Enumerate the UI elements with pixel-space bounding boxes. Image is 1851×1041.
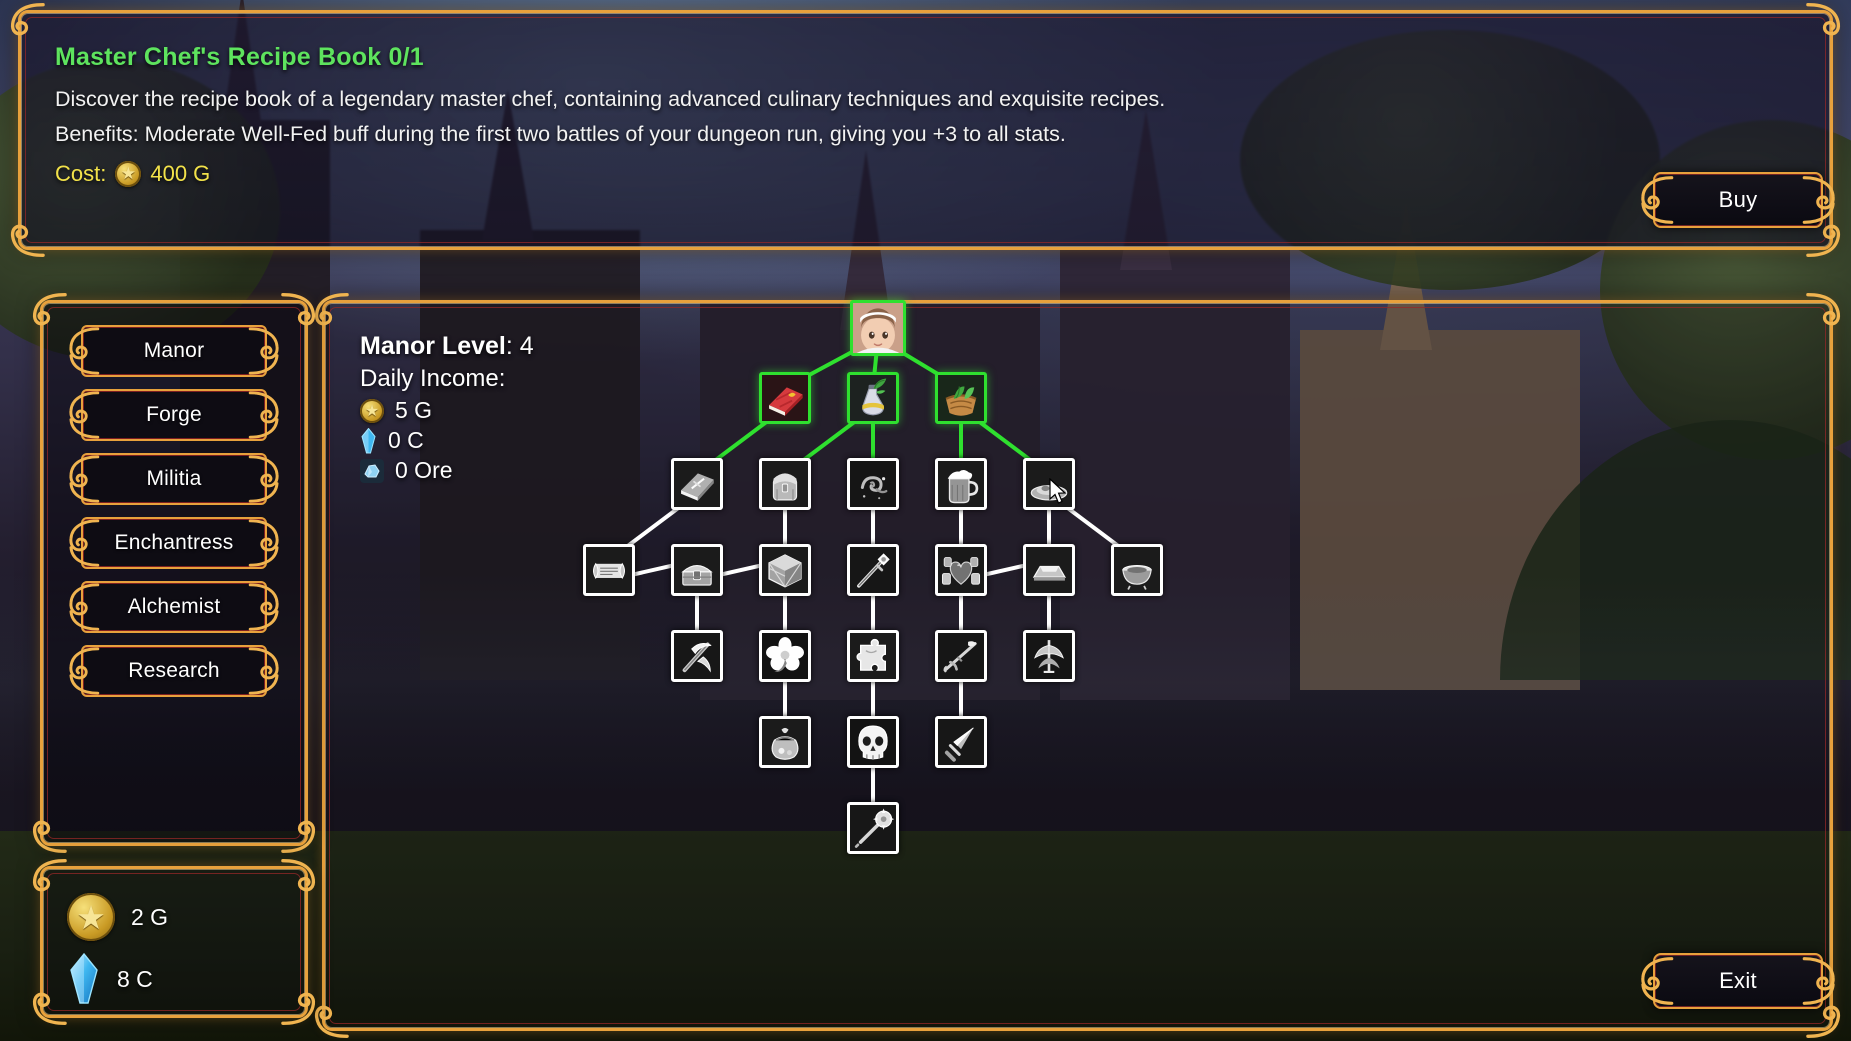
- skill-node-mace[interactable]: [847, 802, 899, 854]
- buy-button-label: Buy: [1718, 187, 1758, 212]
- scroll-flourish-icon: [63, 582, 103, 632]
- served-dish-icon: [1026, 461, 1072, 507]
- rifle-icon: [938, 633, 984, 679]
- skill-node-staff[interactable]: [847, 544, 899, 596]
- gold-coin-icon: [67, 893, 115, 941]
- crystal-currency-row: 8 C: [67, 953, 153, 1005]
- scroll-flourish-icon: [63, 326, 103, 376]
- herb-flask-icon: [850, 375, 896, 421]
- cost-value: 400 G: [150, 161, 211, 186]
- skill-node-scroll[interactable]: [583, 544, 635, 596]
- sidebar-item-label: Militia: [146, 467, 202, 490]
- skill-node-dish[interactable]: [1023, 458, 1075, 510]
- exit-button-label: Exit: [1719, 968, 1757, 993]
- skull-icon: [850, 719, 896, 765]
- skill-node-recipebook[interactable]: [759, 372, 811, 424]
- buy-button[interactable]: Buy: [1641, 172, 1835, 228]
- crystal-amount: 8 C: [117, 965, 153, 992]
- skill-node-herbbasket[interactable]: [935, 372, 987, 424]
- skill-node-crate[interactable]: [759, 544, 811, 596]
- manor-skill-tree: [322, 300, 1833, 1031]
- skill-node-cauldron[interactable]: [1111, 544, 1163, 596]
- smoke-swirl-icon: [850, 461, 896, 507]
- scroll-flourish-icon: [245, 326, 285, 376]
- sidebar-item-enchantress[interactable]: Enchantress: [69, 517, 279, 569]
- treasure-chest-icon: [674, 547, 720, 593]
- scroll-flourish-icon: [63, 390, 103, 440]
- item-detail-panel: Master Chef's Recipe Book 0/1 Discover t…: [10, 3, 1841, 257]
- pickaxe-icon: [674, 633, 720, 679]
- skill-node-maid[interactable]: [850, 300, 906, 356]
- crate-icon: [762, 547, 808, 593]
- gem-pouch-icon: [762, 719, 808, 765]
- sidebar-item-manor[interactable]: Manor: [69, 325, 279, 377]
- mace-icon: [850, 805, 896, 851]
- skill-node-potions[interactable]: [935, 544, 987, 596]
- skill-node-dagger[interactable]: [935, 716, 987, 768]
- item-title: Master Chef's Recipe Book 0/1: [55, 43, 424, 71]
- exit-button[interactable]: Exit: [1641, 953, 1835, 1009]
- sidebar-item-militia[interactable]: Militia: [69, 453, 279, 505]
- dagger-icon: [938, 719, 984, 765]
- sword-tome-icon: [674, 461, 720, 507]
- sidebar-item-label: Alchemist: [127, 595, 221, 618]
- heart-potions-icon: [938, 547, 984, 593]
- skill-node-herbflask[interactable]: [847, 372, 899, 424]
- skill-node-aleMug[interactable]: [935, 458, 987, 510]
- skill-node-gate[interactable]: [1023, 630, 1075, 682]
- scroll-flourish-icon: [245, 646, 285, 696]
- puzzle-piece-icon: [850, 633, 896, 679]
- gold-coin-icon: [115, 161, 142, 187]
- sidebar-item-forge[interactable]: Forge: [69, 389, 279, 441]
- scroll-flourish-icon: [245, 582, 285, 632]
- sidebar-item-label: Enchantress: [114, 531, 234, 554]
- cost-label: Cost:: [55, 161, 107, 186]
- skill-node-tomeblade[interactable]: [671, 458, 723, 510]
- silver-ingot-icon: [1026, 547, 1072, 593]
- ornate-gate-icon: [1026, 633, 1072, 679]
- scroll-flourish-icon: [245, 390, 285, 440]
- scroll-icon: [586, 547, 632, 593]
- skill-node-flower[interactable]: [759, 630, 811, 682]
- skill-node-puzzle[interactable]: [847, 630, 899, 682]
- currency-panel: 2 G 8 C: [32, 859, 316, 1025]
- ale-mug-icon: [938, 461, 984, 507]
- scroll-flourish-icon: [63, 518, 103, 568]
- sidebar-panel: Manor Forge Militia Enchantress Alchemist Res…: [32, 293, 316, 853]
- item-description-line-1: Discover the recipe book of a legendary …: [55, 87, 1166, 111]
- item-description-line-2: Benefits: Moderate Well-Fed buff during …: [55, 122, 1066, 146]
- skill-node-chest[interactable]: [671, 544, 723, 596]
- skill-node-gembag[interactable]: [759, 716, 811, 768]
- skill-tree-edges: [607, 326, 1139, 830]
- skill-node-satchel[interactable]: [759, 458, 811, 510]
- magic-staff-icon: [850, 547, 896, 593]
- maid-portrait-icon: [853, 303, 903, 353]
- item-cost-row: Cost: 400 G: [55, 161, 1796, 187]
- scroll-flourish-icon: [245, 454, 285, 504]
- flower-icon: [762, 633, 808, 679]
- sidebar-item-alchemist[interactable]: Alchemist: [69, 581, 279, 633]
- sidebar-item-label: Manor: [143, 339, 205, 362]
- sidebar-item-label: Research: [128, 659, 220, 682]
- red-recipe-book-icon: [762, 375, 808, 421]
- game-screen: Master Chef's Recipe Book 0/1 Discover t…: [0, 0, 1851, 1041]
- skill-node-pickaxe[interactable]: [671, 630, 723, 682]
- skill-node-smoke[interactable]: [847, 458, 899, 510]
- satchel-icon: [762, 461, 808, 507]
- gold-amount: 2 G: [131, 903, 169, 930]
- skill-node-skull[interactable]: [847, 716, 899, 768]
- sidebar-nav-list: Manor Forge Militia Enchantress Alchemist Res…: [43, 325, 305, 697]
- cauldron-icon: [1114, 547, 1160, 593]
- skill-node-ingot[interactable]: [1023, 544, 1075, 596]
- scroll-flourish-icon: [245, 518, 285, 568]
- herb-basket-icon: [938, 375, 984, 421]
- gold-currency-row: 2 G: [67, 893, 168, 941]
- skill-node-rifle[interactable]: [935, 630, 987, 682]
- scroll-flourish-icon: [63, 646, 103, 696]
- sidebar-item-label: Forge: [146, 403, 202, 426]
- sidebar-item-research[interactable]: Research: [69, 645, 279, 697]
- crystal-icon: [67, 953, 101, 1005]
- scroll-flourish-icon: [63, 454, 103, 504]
